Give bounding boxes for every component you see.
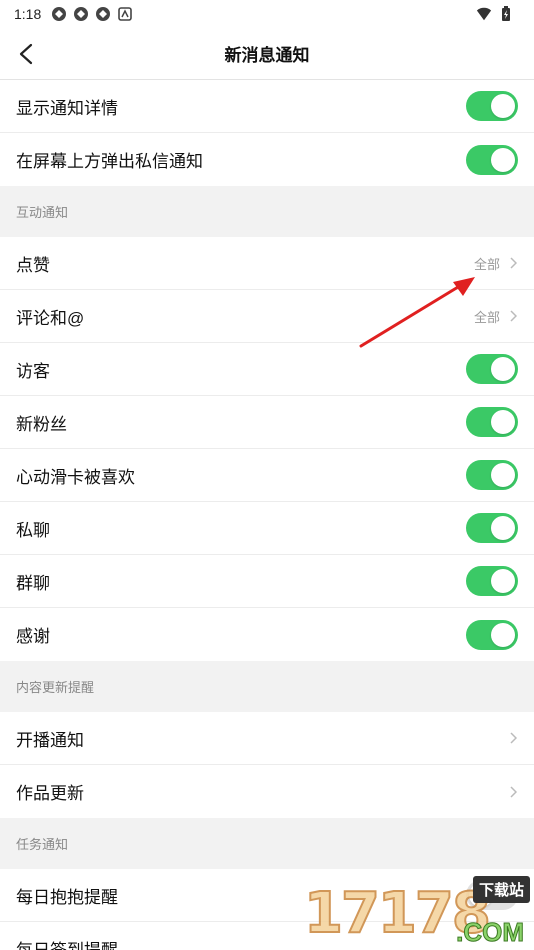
setting-value: 全部 xyxy=(473,309,500,325)
setting-row-thanks: 感谢 xyxy=(0,608,534,661)
setting-row-swipe-liked: 心动滑卡被喜欢 xyxy=(0,449,534,502)
general-settings-group: 显示通知详情 在屏幕上方弹出私信通知 xyxy=(0,80,534,186)
popup-dm-toggle[interactable] xyxy=(466,144,518,175)
page-title: 新消息通知 xyxy=(224,46,310,65)
setting-label: 新粉丝 xyxy=(16,414,67,434)
setting-label: 每日抱抱提醒 xyxy=(16,887,118,907)
thanks-toggle[interactable] xyxy=(466,619,518,650)
app-notification-icon xyxy=(73,6,89,22)
setting-row-daily-hug: 每日抱抱提醒 xyxy=(0,869,534,922)
setting-row-show-details: 显示通知详情 xyxy=(0,80,534,133)
setting-label: 开播通知 xyxy=(16,730,84,750)
nav-header: 新消息通知 xyxy=(0,28,534,80)
interaction-group: 点赞 全部 评论和@ 全部 访客 新粉丝 心动滑卡被喜欢 私聊 群聊 感谢 xyxy=(0,237,534,661)
chevron-right-icon xyxy=(508,309,518,323)
setting-label: 评论和@ xyxy=(16,308,85,328)
setting-label: 感谢 xyxy=(16,627,50,646)
setting-label: 群聊 xyxy=(16,573,50,593)
chevron-right-icon xyxy=(508,256,518,270)
app-notification-icon xyxy=(95,6,111,22)
setting-label: 作品更新 xyxy=(16,784,84,803)
visitors-toggle[interactable] xyxy=(466,354,518,384)
new-fans-toggle[interactable] xyxy=(466,407,518,437)
setting-label: 访客 xyxy=(16,361,50,381)
setting-row-likes[interactable]: 点赞 全部 xyxy=(0,237,534,290)
swipe-liked-toggle[interactable] xyxy=(466,460,518,490)
setting-row-comments[interactable]: 评论和@ 全部 xyxy=(0,290,534,343)
setting-row-daily-checkin: 每日签到提醒 xyxy=(0,922,534,950)
section-header-content: 内容更新提醒 xyxy=(0,661,534,712)
setting-label: 在屏幕上方弹出私信通知 xyxy=(16,152,203,171)
private-chat-toggle[interactable] xyxy=(466,513,518,543)
setting-row-visitors: 访客 xyxy=(0,343,534,396)
status-bar: 1:18 xyxy=(0,0,534,28)
setting-label: 显示通知详情 xyxy=(16,98,118,118)
setting-value: 全部 xyxy=(473,256,500,272)
setting-row-new-fans: 新粉丝 xyxy=(0,396,534,449)
setting-label: 心动滑卡被喜欢 xyxy=(16,467,135,487)
chevron-left-icon xyxy=(19,43,33,65)
battery-icon xyxy=(498,6,514,22)
tasks-group: 每日抱抱提醒 每日签到提醒 xyxy=(0,869,534,950)
back-button[interactable] xyxy=(12,40,40,68)
section-header-interaction: 互动通知 xyxy=(0,186,534,237)
setting-row-popup-dm: 在屏幕上方弹出私信通知 xyxy=(0,133,534,186)
group-chat-toggle[interactable] xyxy=(466,566,518,596)
show-details-toggle[interactable] xyxy=(466,91,518,121)
wifi-icon xyxy=(476,6,492,22)
setting-row-group-chat: 群聊 xyxy=(0,555,534,608)
chevron-right-icon xyxy=(508,785,518,799)
content-group: 开播通知 作品更新 xyxy=(0,712,534,818)
status-time: 1:18 xyxy=(14,6,42,22)
setting-label: 私聊 xyxy=(16,520,50,540)
setting-label: 每日签到提醒 xyxy=(16,936,518,950)
setting-row-live-start[interactable]: 开播通知 xyxy=(0,712,534,765)
daily-hug-toggle[interactable] xyxy=(466,880,518,910)
text-notification-icon xyxy=(117,6,133,22)
section-header-tasks: 任务通知 xyxy=(0,818,534,869)
setting-row-works-update[interactable]: 作品更新 xyxy=(0,765,534,818)
setting-label: 点赞 xyxy=(16,255,50,275)
chevron-right-icon xyxy=(508,731,518,745)
setting-row-private-chat: 私聊 xyxy=(0,502,534,555)
app-notification-icon xyxy=(51,6,67,22)
